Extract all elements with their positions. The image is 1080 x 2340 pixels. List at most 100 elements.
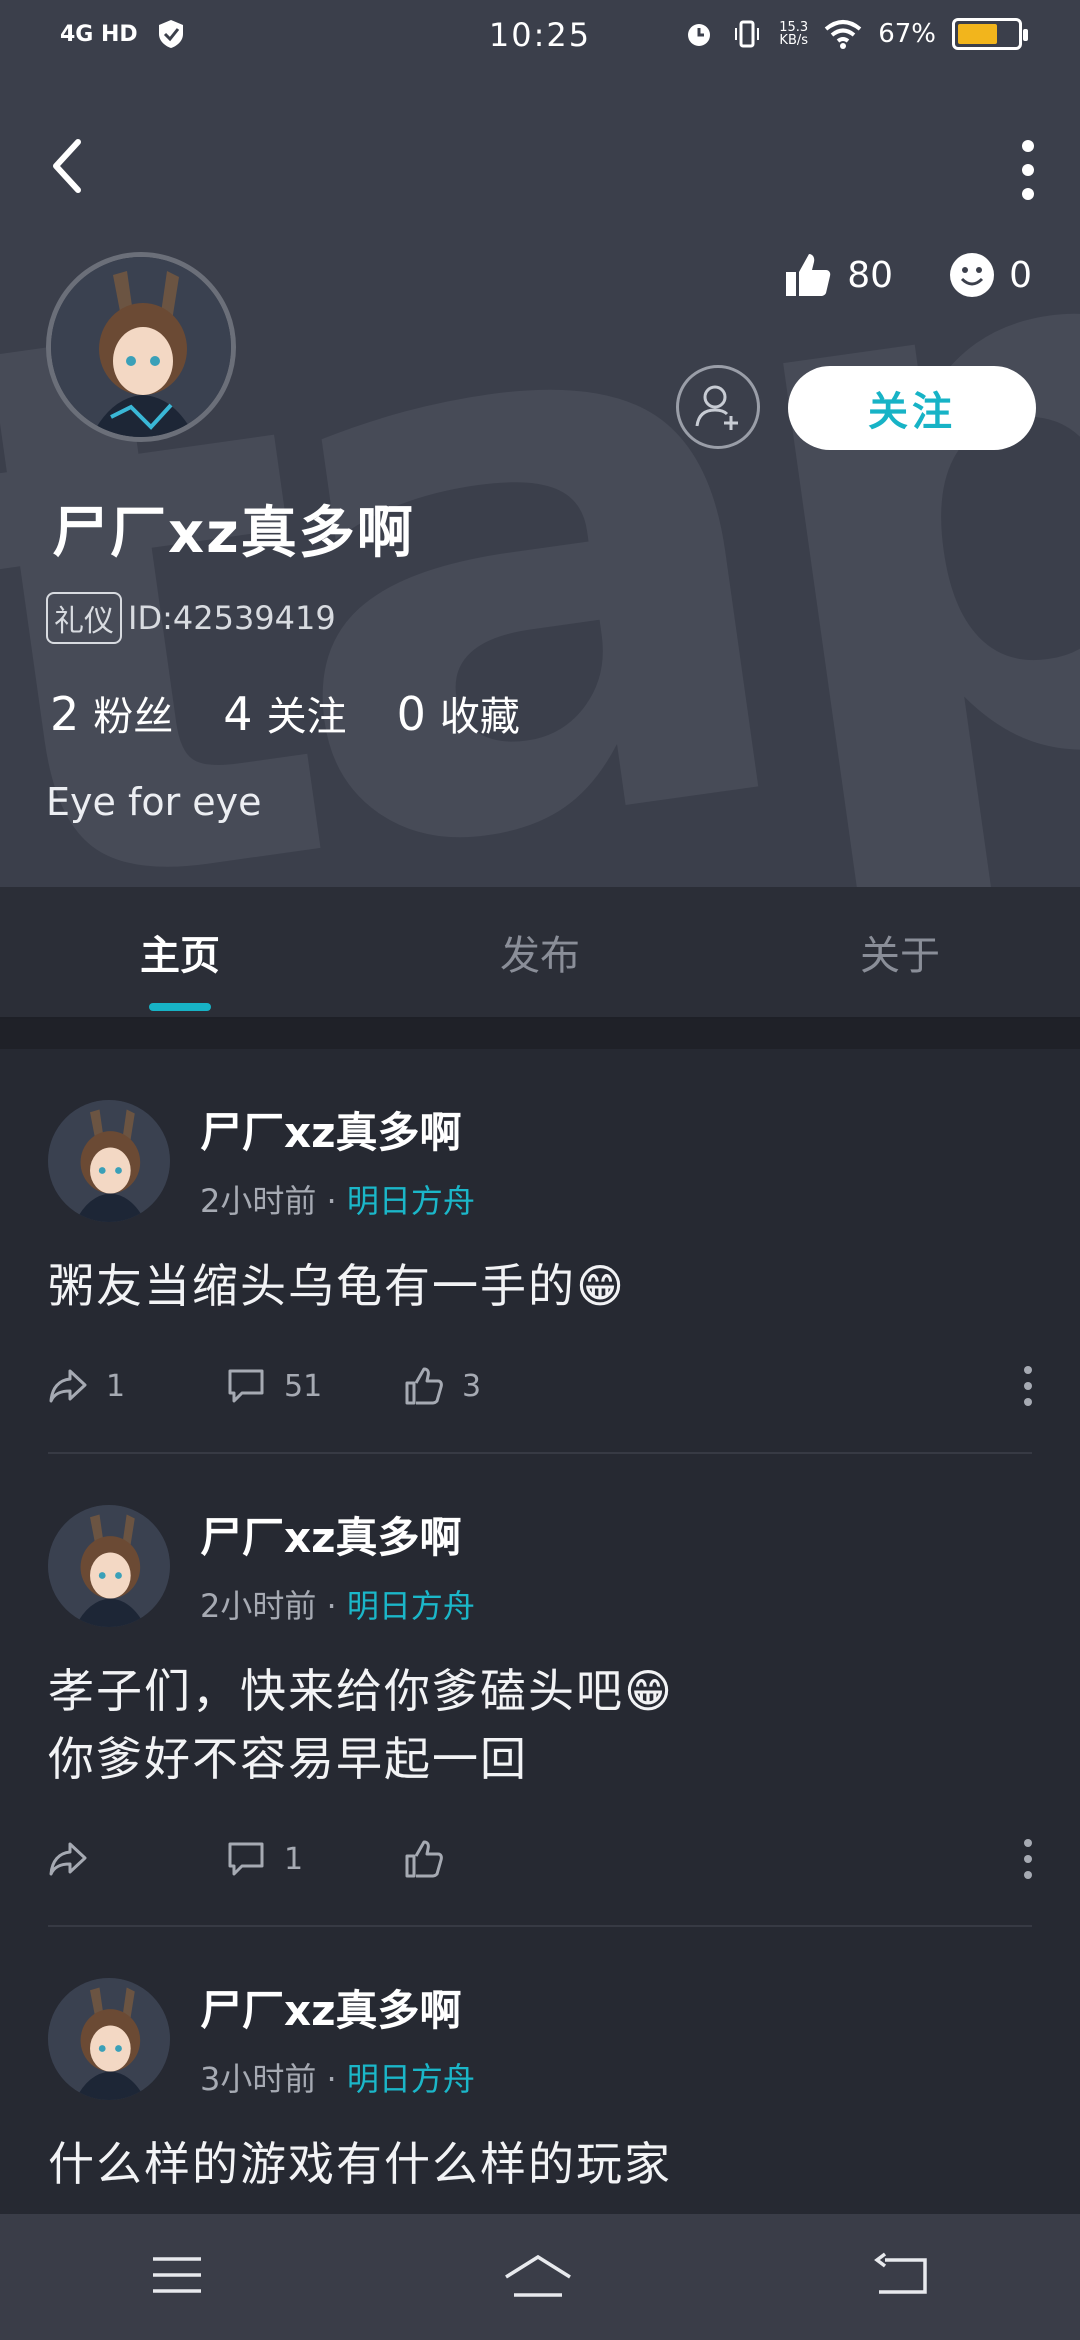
share-count: 1 xyxy=(106,1368,126,1404)
post-card[interactable]: 尸厂xz真多啊 3小时前 · 明日方舟 什么样的游戏有什么样的玩家 xyxy=(48,1927,1032,2198)
post-author[interactable]: 尸厂xz真多啊 xyxy=(200,1099,475,1160)
like-button[interactable] xyxy=(404,1839,582,1879)
chevron-left-icon xyxy=(53,139,81,193)
post-author[interactable]: 尸厂xz真多啊 xyxy=(200,1504,475,1565)
comment-count: 1 xyxy=(284,1841,304,1877)
comment-icon xyxy=(228,1842,264,1876)
comment-icon xyxy=(228,1369,264,1403)
avatar[interactable] xyxy=(48,1977,170,2100)
battery-icon xyxy=(952,18,1028,50)
add-friend-button[interactable] xyxy=(676,365,760,449)
thumbs-up-icon xyxy=(405,1367,443,1405)
game-link[interactable]: 明日方舟 xyxy=(347,1182,475,1220)
avatar-image xyxy=(48,1977,170,2100)
profile-avatar[interactable] xyxy=(46,252,236,442)
post-body[interactable]: 什么样的游戏有什么样的玩家 xyxy=(48,2130,1032,2198)
post-meta: 尸厂xz真多啊 2小时前 · 明日方舟 xyxy=(200,1099,475,1222)
profile-tabs: 主页 发布 关于 xyxy=(0,887,1080,1019)
system-back-button[interactable] xyxy=(871,2252,931,2302)
vibrate-icon xyxy=(735,20,760,48)
user-id: ID:42539419 xyxy=(128,599,336,637)
post-subline: 2小时前 · 明日方舟 xyxy=(200,1176,475,1222)
avatar-image xyxy=(51,257,231,437)
post-subline: 3小时前 · 明日方舟 xyxy=(200,2054,475,2100)
post-time: 2小时前 xyxy=(200,1587,317,1625)
post-more-button[interactable] xyxy=(1024,1839,1032,1879)
avatar-image xyxy=(48,1504,170,1627)
post-actions: 1 xyxy=(48,1793,1032,1925)
avatar[interactable] xyxy=(48,1504,170,1627)
following-label: 关注 xyxy=(266,694,347,740)
avatar[interactable] xyxy=(48,1099,170,1222)
fans-count: 2 xyxy=(50,687,80,741)
tab-about[interactable]: 关于 xyxy=(720,887,1080,1017)
net-speed-unit: KB/s xyxy=(779,33,809,48)
system-nav-bar xyxy=(0,2214,1080,2340)
add-user-icon xyxy=(695,385,738,430)
like-count: 3 xyxy=(462,1368,482,1404)
profile-username: 尸厂xz真多啊 xyxy=(52,501,415,566)
back-button[interactable] xyxy=(44,136,94,196)
profile-bio: Eye for eye xyxy=(46,780,262,824)
post-text-line: 孝子们，快来给你爹磕头吧😁 xyxy=(48,1664,674,1718)
post-body[interactable]: 孝子们，快来给你爹磕头吧😁 你爹好不容易早起一回 xyxy=(48,1657,1032,1793)
fans-stat[interactable]: 2 粉丝 xyxy=(50,684,173,742)
share-icon xyxy=(49,1842,87,1876)
post-more-button[interactable] xyxy=(1024,1366,1032,1406)
comment-button[interactable]: 1 xyxy=(226,1840,404,1878)
post-text-line: 什么样的游戏有什么样的玩家 xyxy=(48,2137,672,2191)
profile-header: tapTap 4G HD 10:25 15.3 KB/s 67% 80 0 关注… xyxy=(0,0,1080,887)
like-stat[interactable]: 80 xyxy=(783,250,893,300)
like-button[interactable]: 3 xyxy=(404,1366,582,1406)
menu-button[interactable] xyxy=(149,2253,205,2301)
follow-button[interactable]: 关注 xyxy=(788,366,1036,450)
favorites-stat[interactable]: 0 收藏 xyxy=(397,684,520,742)
share-button[interactable]: 1 xyxy=(48,1368,226,1404)
post-card[interactable]: 尸厂xz真多啊 2小时前 · 明日方舟 粥友当缩头乌龟有一手的😁 1 51 3 xyxy=(48,1049,1032,1454)
more-dot xyxy=(1022,164,1034,176)
comment-button[interactable]: 51 xyxy=(226,1367,404,1405)
post-card[interactable]: 尸厂xz真多啊 2小时前 · 明日方舟 孝子们，快来给你爹磕头吧😁 你爹好不容易… xyxy=(48,1454,1032,1927)
post-meta: 尸厂xz真多啊 2小时前 · 明日方舟 xyxy=(200,1504,475,1627)
comment-count: 51 xyxy=(284,1368,323,1404)
emote-count: 0 xyxy=(1009,254,1032,296)
status-bar: 4G HD 10:25 15.3 KB/s 67% xyxy=(0,0,1080,80)
share-button[interactable] xyxy=(48,1841,226,1877)
more-dot xyxy=(1022,188,1034,200)
thumbs-up-icon xyxy=(786,254,831,296)
favorites-count: 0 xyxy=(396,687,426,741)
post-actions: 1 51 3 xyxy=(48,1320,1032,1452)
tab-home[interactable]: 主页 xyxy=(0,887,360,1017)
game-link[interactable]: 明日方舟 xyxy=(347,2060,475,2098)
post-meta: 尸厂xz真多啊 3小时前 · 明日方舟 xyxy=(200,1977,475,2100)
emote-stat[interactable]: 0 xyxy=(949,252,1032,298)
meta-separator: · xyxy=(326,2060,337,2098)
wifi-icon xyxy=(824,20,862,49)
meta-separator: · xyxy=(326,1182,337,1220)
more-options-button[interactable] xyxy=(1016,140,1040,200)
game-link[interactable]: 明日方舟 xyxy=(347,1587,475,1625)
following-stat[interactable]: 4 关注 xyxy=(223,684,346,742)
post-time: 2小时前 xyxy=(200,1182,317,1220)
tab-posts[interactable]: 发布 xyxy=(360,887,720,1017)
battery-percent: 67% xyxy=(878,19,936,49)
post-header: 尸厂xz真多啊 2小时前 · 明日方舟 xyxy=(48,1099,1032,1222)
follow-stats: 2 粉丝 4 关注 0 收藏 xyxy=(50,684,520,742)
more-dot xyxy=(1022,140,1034,152)
etiquette-badge[interactable]: 礼仪 xyxy=(46,592,122,644)
avatar-image xyxy=(48,1099,170,1222)
battery-fill xyxy=(958,24,997,44)
status-right: 15.3 KB/s 67% xyxy=(683,18,1028,50)
post-author[interactable]: 尸厂xz真多啊 xyxy=(200,1977,475,2038)
alarm-icon xyxy=(688,24,711,46)
post-body[interactable]: 粥友当缩头乌龟有一手的😁 xyxy=(48,1252,1032,1320)
post-text-line: 你爹好不容易早起一回 xyxy=(48,1732,528,1786)
post-time: 3小时前 xyxy=(200,2060,317,2098)
post-header: 尸厂xz真多啊 2小时前 · 明日方舟 xyxy=(48,1504,1032,1627)
section-divider xyxy=(0,1019,1080,1049)
post-feed: 尸厂xz真多啊 2小时前 · 明日方舟 粥友当缩头乌龟有一手的😁 1 51 3 xyxy=(0,1049,1080,2214)
fans-label: 粉丝 xyxy=(93,694,174,740)
smile-icon xyxy=(950,253,995,297)
home-button[interactable] xyxy=(502,2251,574,2303)
id-row: 礼仪 ID:42539419 xyxy=(46,592,336,644)
